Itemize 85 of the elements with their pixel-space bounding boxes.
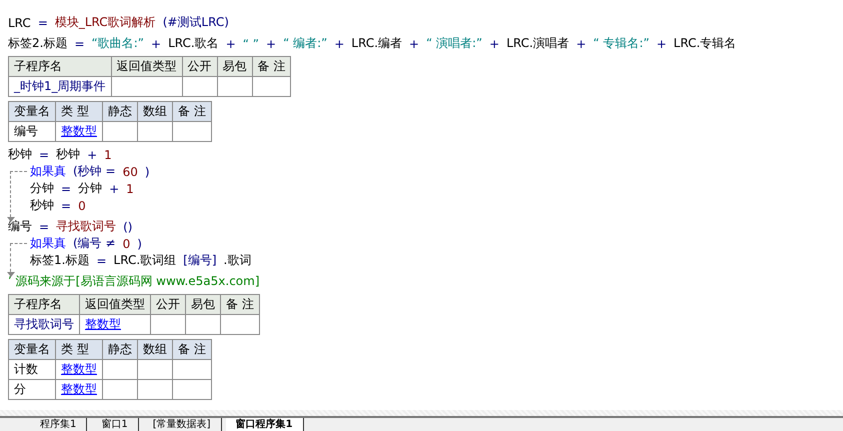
column-header: 子程序名 [8,56,112,76]
code-token: 秒钟 [8,146,32,163]
code-token: 1 [126,182,134,196]
code-token: = [74,36,85,50]
code-token: 分钟 [78,180,102,197]
code-token: “ 专辑名:” [593,35,650,52]
column-header: 易包 [186,294,220,314]
flow-line [10,171,27,222]
column-header: 数组 [138,340,172,360]
code-token: + [87,148,98,162]
code-token: 标签2.标题 [8,35,68,52]
code-token: LRC.编者 [351,35,402,52]
code-token: 分钟 [30,180,54,197]
column-header: 变量名 [8,340,56,360]
column-header: 备 注 [252,56,291,76]
code-token: 模块_LRC歌词解析 [54,14,156,31]
code-token: ) [144,164,150,178]
code-token: “ 演唱者:” [426,35,482,52]
code-token: 如果真 [30,163,66,180]
code-token: LRC.演唱者 [506,35,570,52]
code-token: + [266,36,276,50]
code-token: = [61,198,72,212]
column-header: 易包 [217,56,252,76]
code-token: + [409,36,420,50]
code-token: ) [137,236,142,250]
code-token: 编号 [8,218,32,235]
code-token: + [151,36,162,50]
table-cell: 整数型 [56,380,102,400]
code-token: LRC.歌词组 [114,252,176,269]
code-token: + [656,36,667,50]
code-token: LRC.专辑名 [674,35,736,52]
code-token: = [61,182,72,196]
column-header: 变量名 [8,102,56,122]
code-token: + [109,182,120,196]
code-token: 0 [122,236,130,250]
table-cell: _时钟1_周期事件 [8,76,112,96]
code-token: “歌曲名:” [92,35,144,52]
code-token: 寻找歌词号 [56,218,116,235]
code-token: 1 [104,148,112,162]
table-cell: 计数 [8,360,56,380]
table-cell: 整数型 [56,360,102,380]
table-cell: 编号 [8,122,56,142]
code-token: [编号] [183,252,217,269]
code-token: + [489,36,500,50]
column-header: 返回值类型 [111,56,182,76]
column-header: 备 注 [220,294,260,314]
code-token: 标签1.标题 [30,252,90,269]
code-token: + [334,36,344,50]
code-token: 如果真 [30,235,66,252]
column-header: 公开 [150,294,186,314]
table-cell: 寻找歌词号 [8,314,80,334]
code-token: LRC [8,16,31,30]
code-token: “ ” [242,36,259,50]
column-header: 备 注 [172,102,212,122]
code-token: + [576,36,586,50]
column-header: 类 型 [56,340,102,360]
code-token: = [39,148,50,162]
code-token: + [226,36,236,50]
code-token: “ 编者:” [283,35,328,52]
code-token: 秒钟 [56,146,80,163]
code-token: = [38,16,48,30]
table-cell: 整数型 [80,314,150,334]
flow-line [10,243,27,277]
editor-tab[interactable]: 窗口程序集1 [226,418,304,431]
column-header: 返回值类型 [80,294,150,314]
table-cell: 整数型 [56,122,102,142]
column-header: 静态 [102,102,138,122]
code-token: 0 [78,198,86,212]
code-token: () [123,220,132,234]
column-header: 公开 [182,56,218,76]
table-cell: 分 [8,380,56,400]
code-token: = [96,254,107,268]
code-token: = [39,220,50,234]
column-header: 类 型 [56,102,102,122]
column-header: 子程序名 [8,294,80,314]
column-header: 备 注 [172,340,212,360]
code-token: LRC.歌名 [168,35,219,52]
code-token: (秒钟 = [73,163,116,180]
code-token: (#测试LRC) [162,14,229,31]
column-header: 数组 [138,102,172,122]
code-token: 60 [122,164,138,178]
code-token: .歌词 [224,252,252,269]
code-token: 秒钟 [30,197,54,214]
column-header: 静态 [102,340,138,360]
code-token: (编号 ≠ [73,235,116,252]
